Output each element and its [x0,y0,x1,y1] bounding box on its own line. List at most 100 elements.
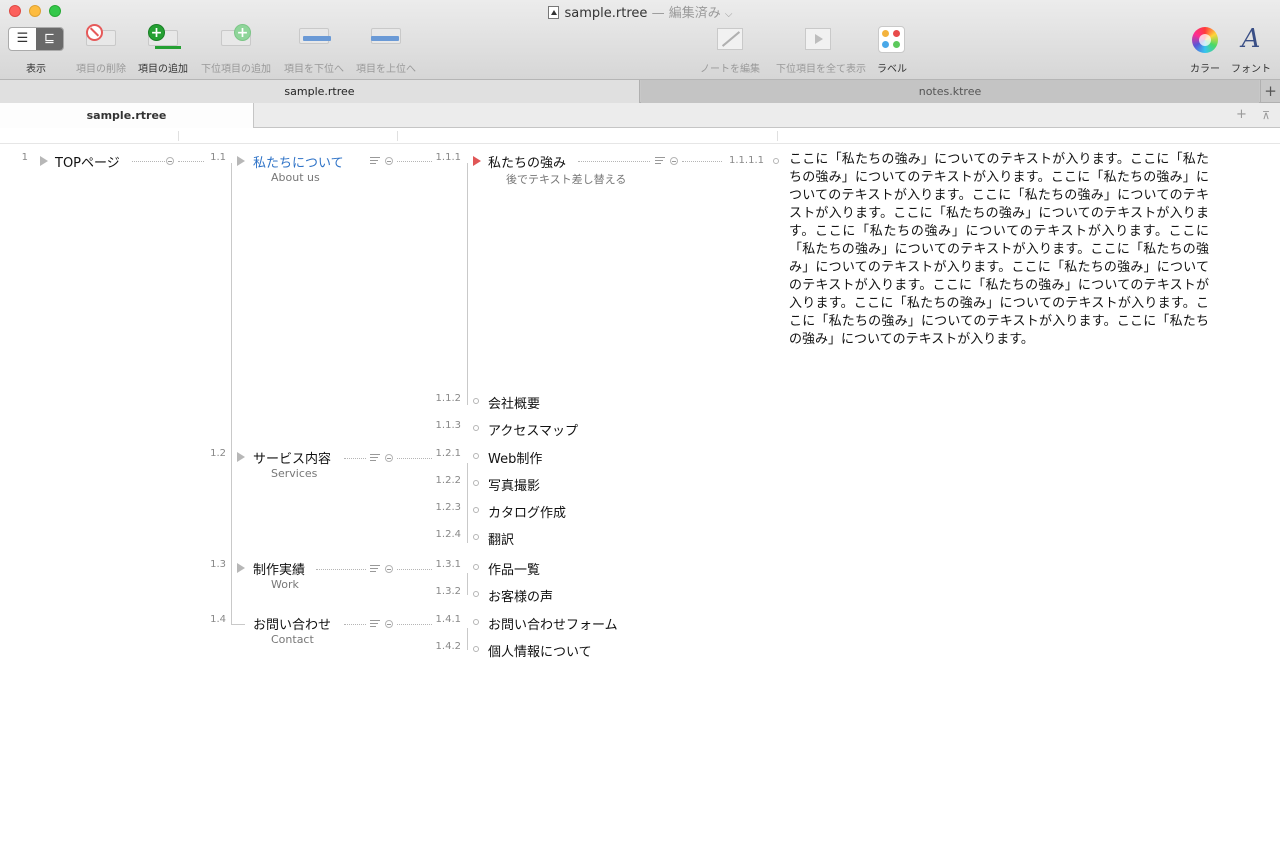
note-indicator-icon [370,157,382,165]
outline-item-1-4-2[interactable]: 1.4.2 個人情報について [420,641,660,661]
disclosure-triangle-icon[interactable] [473,156,481,166]
outline-item-1-2-1[interactable]: 1.2.1 Web制作 [420,448,660,468]
item-number: 1.3 [210,559,226,570]
item-note: About us [271,171,320,184]
edit-note-button[interactable]: ノートを編集 [688,24,772,75]
move-up-button[interactable]: 項目を上位へ [344,24,428,75]
outline-view[interactable]: 1 TOPページ 1.1 私たちについて About us 1.2 サービス内容… [0,145,1280,853]
font-button[interactable]: A フォント [1209,24,1280,75]
item-text[interactable]: サービス内容 [253,448,331,467]
outline-item-1-1-1[interactable]: 1.1.1 私たちの強み 後でテキスト差し替える [420,152,660,186]
item-number: 1.2 [210,448,226,459]
window-edit-status: — 編集済み [651,6,721,21]
font-icon: A [1241,24,1261,54]
item-number: 1.1.3 [435,420,461,431]
item-text[interactable]: TOPページ [55,152,120,171]
outline-item-1-2-3[interactable]: 1.2.3 カタログ作成 [420,502,660,522]
item-text[interactable]: 会社概要 [488,393,540,412]
item-note: 後でテキスト差し替える [506,173,627,186]
add-child-item-icon: + [194,24,278,54]
collapse-toggle-icon[interactable] [385,157,393,165]
item-text[interactable]: アクセスマップ [488,420,578,439]
tab-sample-rtree[interactable]: sample.rtree [0,80,640,103]
item-note: Services [271,467,318,480]
disclosure-triangle-icon[interactable] [237,563,245,573]
item-text[interactable]: お客様の声 [488,586,553,605]
tree-connector [467,163,468,405]
item-number: 1.4.1 [435,614,461,625]
add-sheet-icon[interactable]: + [1236,107,1247,122]
outline-item-1-2-2[interactable]: 1.2.2 写真撮影 [420,475,660,495]
add-item-button[interactable]: + 項目の追加 [121,24,205,75]
disclosure-triangle-icon[interactable] [40,156,48,166]
collapse-toggle-icon[interactable] [670,157,678,165]
item-number: 1.2.3 [435,502,461,513]
item-text[interactable]: 私たちについて [253,152,344,171]
label-button[interactable]: ラベル [850,24,934,75]
add-item-label: 項目の追加 [138,64,188,75]
leaf-marker-icon [473,507,479,513]
item-number: 1.1.1.1 [729,155,764,166]
item-number: 1.1 [210,152,226,163]
collapse-icon[interactable]: ⊼ [1262,109,1270,122]
toolbar: sample.rtree — 編集済み ⌵ ☰ ⊑ 表示 項目の削除 + 項目の… [0,0,1280,80]
outline-item-1-1-2[interactable]: 1.1.2 会社概要 [420,393,660,413]
edit-note-icon [688,24,772,54]
list-view-icon[interactable]: ☰ [9,28,36,50]
outline-item-1-1[interactable]: 1.1 私たちについて About us [190,152,390,184]
show-all-children-icon [776,24,860,54]
outline-item-1-2-4[interactable]: 1.2.4 翻訳 [420,529,660,549]
add-child-item-label: 下位項目の追加 [201,64,271,75]
note-indicator-icon [370,454,382,462]
item-number: 1 [21,152,28,163]
item-text[interactable]: 制作実績 [253,559,305,578]
item-note: Work [271,578,299,591]
collapse-toggle-icon[interactable] [385,565,393,573]
disclosure-triangle-icon[interactable] [237,156,245,166]
item-number: 1.4.2 [435,641,461,652]
outline-item-1-1-1-1-text[interactable]: ここに「私たちの強み」についてのテキストが入ります。ここに「私たちの強み」につい… [789,151,1209,349]
tab-notes-ktree[interactable]: notes.ktree [641,80,1259,103]
show-all-children-button[interactable]: 下位項目を全て表示 [776,24,866,75]
item-text[interactable]: 作品一覧 [488,559,540,578]
disclosure-triangle-icon[interactable] [237,452,245,462]
outline-item-1-3-2[interactable]: 1.3.2 お客様の声 [420,586,660,606]
outline-item-1-4-1[interactable]: 1.4.1 お問い合わせフォーム [420,614,660,634]
window-title-text: sample.rtree [564,6,648,21]
item-number: 1.2.2 [435,475,461,486]
note-indicator-icon [370,565,382,573]
item-text[interactable]: 翻訳 [488,529,514,548]
collapse-toggle-icon[interactable] [385,620,393,628]
leaf-marker-icon [473,646,479,652]
sheet-tab-sample-rtree[interactable]: sample.rtree [0,103,254,128]
item-number: 1.1.2 [435,393,461,404]
document-tab-bar: sample.rtree notes.ktree + [0,80,1280,103]
outline-item-1-3-1[interactable]: 1.3.1 作品一覧 [420,559,660,579]
leaf-marker-icon [473,480,479,486]
item-text[interactable]: 個人情報について [488,641,592,660]
item-text[interactable]: Web制作 [488,448,542,467]
outdent-icon [344,24,428,54]
item-note: Contact [271,633,314,646]
new-tab-button[interactable]: + [1260,80,1280,103]
chevron-down-icon[interactable]: ⌵ [725,9,733,20]
add-item-icon: + [121,24,205,54]
item-text[interactable]: カタログ作成 [488,502,566,521]
note-indicator-icon [370,620,382,628]
font-label: フォント [1231,64,1271,75]
item-number: 1.4 [210,614,226,625]
move-up-label: 項目を上位へ [356,64,416,75]
outline-item-1-1-3[interactable]: 1.1.3 アクセスマップ [420,420,660,440]
item-text[interactable]: お問い合わせ [253,614,331,633]
collapse-toggle-icon[interactable] [385,454,393,462]
add-child-item-button[interactable]: + 下位項目の追加 [194,24,278,75]
leaf-marker-icon [473,564,479,570]
collapse-toggle-icon[interactable] [166,157,174,165]
item-text[interactable]: 写真撮影 [488,475,540,494]
view-mode-segmented-control[interactable]: ☰ ⊑ [8,27,64,51]
item-text[interactable]: お問い合わせフォーム [488,614,618,633]
document-icon [547,6,559,19]
label-icon [850,24,934,54]
item-text[interactable]: 私たちの強み [488,152,566,171]
sheet-tab-bar: sample.rtree + ⊼ [0,103,1280,128]
